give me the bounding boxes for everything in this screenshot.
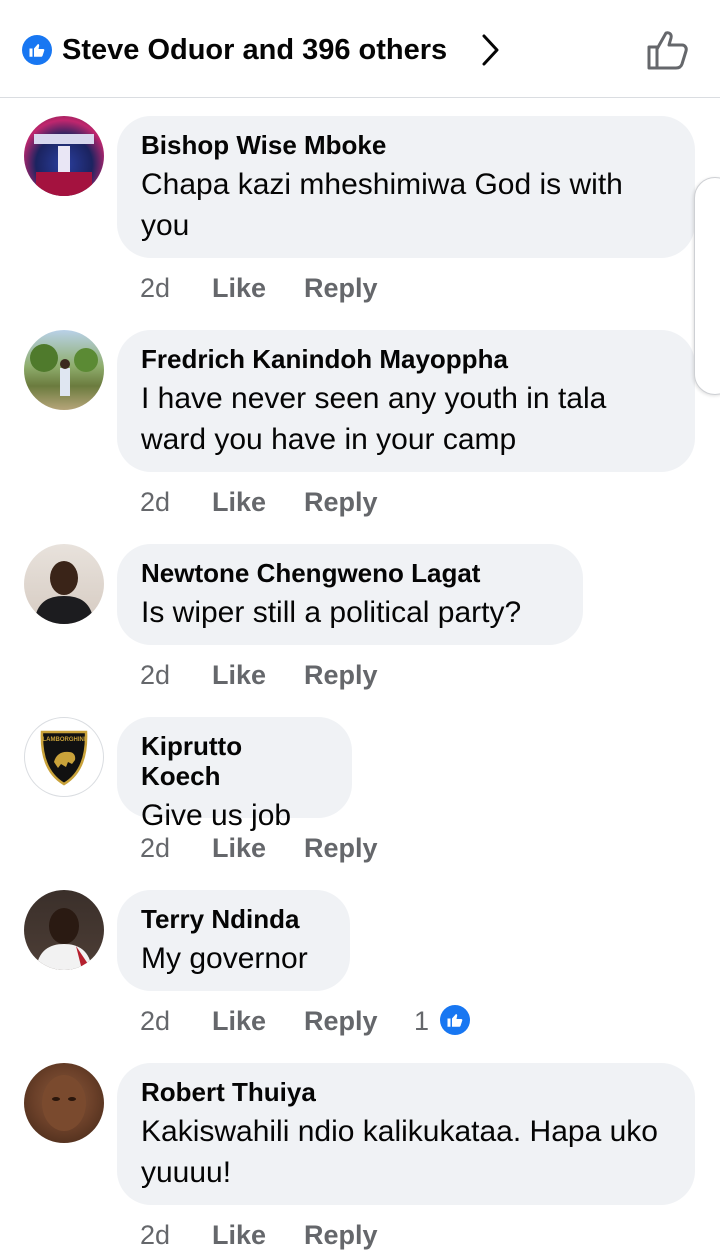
comment-timestamp[interactable]: 2d: [140, 658, 170, 692]
avatar[interactable]: LAMBORGHINI: [24, 717, 104, 797]
avatar[interactable]: [24, 116, 104, 196]
avatar-logo-text: LAMBORGHINI: [43, 737, 86, 743]
comment-bubble[interactable]: Kiprutto Koech Give us job: [117, 717, 352, 832]
comment-timestamp[interactable]: 2d: [140, 271, 170, 305]
comment-text: Chapa kazi mheshimiwa God is with you: [141, 168, 623, 242]
comment-author[interactable]: Fredrich Kanindoh Mayoppha: [141, 344, 671, 374]
avatar[interactable]: [24, 890, 104, 970]
like-button[interactable]: Like: [212, 485, 266, 519]
comment-bubble[interactable]: Fredrich Kanindoh Mayoppha I have never …: [117, 330, 695, 472]
comment-author[interactable]: Robert Thuiya: [141, 1077, 671, 1107]
chevron-right-icon[interactable]: [478, 32, 502, 73]
comment-timestamp[interactable]: 2d: [140, 1004, 170, 1038]
thumbs-up-icon[interactable]: [440, 1005, 470, 1035]
avatar[interactable]: [24, 544, 104, 624]
comment-text: Give us job: [141, 799, 292, 832]
avatar[interactable]: [24, 1063, 104, 1143]
comment-bubble[interactable]: Robert Thuiya Kakiswahili ndio kalikukat…: [117, 1063, 695, 1205]
reply-button[interactable]: Reply: [304, 831, 378, 865]
avatar[interactable]: [24, 330, 104, 410]
comment-timestamp[interactable]: 2d: [140, 1218, 170, 1252]
comment-author[interactable]: Terry Ndinda: [141, 904, 326, 934]
reply-button[interactable]: Reply: [304, 271, 378, 305]
comment-text: I have never seen any youth in tala ward…: [141, 382, 607, 456]
comment-bubble[interactable]: Terry Ndinda My governor: [117, 890, 350, 991]
comment-author[interactable]: Kiprutto Koech: [141, 731, 328, 791]
like-button[interactable]: Like: [212, 831, 266, 865]
like-button[interactable]: Like: [212, 271, 266, 305]
reply-button[interactable]: Reply: [304, 1004, 378, 1038]
thumbs-up-outline-icon[interactable]: [644, 27, 690, 78]
reactions-header[interactable]: Steve Oduor and 396 others: [0, 0, 720, 98]
comment-text: My governor: [141, 942, 308, 975]
comment-bubble[interactable]: Bishop Wise Mboke Chapa kazi mheshimiwa …: [117, 116, 695, 258]
comment-timestamp[interactable]: 2d: [140, 831, 170, 865]
comment-bubble[interactable]: Newtone Chengweno Lagat Is wiper still a…: [117, 544, 583, 645]
like-button[interactable]: Like: [212, 1004, 266, 1038]
thumbs-up-icon: [22, 35, 52, 65]
comment-text: Kakiswahili ndio kalikukataa. Hapa uko y…: [141, 1115, 658, 1189]
reply-button[interactable]: Reply: [304, 485, 378, 519]
comment-timestamp[interactable]: 2d: [140, 485, 170, 519]
comment-text: Is wiper still a political party?: [141, 596, 522, 629]
comment-author[interactable]: Newtone Chengweno Lagat: [141, 558, 559, 588]
like-button[interactable]: Like: [212, 658, 266, 692]
reaction-count[interactable]: 1: [414, 1004, 429, 1038]
comment-author[interactable]: Bishop Wise Mboke: [141, 130, 671, 160]
reply-button[interactable]: Reply: [304, 1218, 378, 1252]
like-button[interactable]: Like: [212, 1218, 266, 1252]
reply-button[interactable]: Reply: [304, 658, 378, 692]
side-panel-handle[interactable]: [694, 177, 720, 395]
lamborghini-logo-icon: LAMBORGHINI: [40, 730, 88, 786]
reactors-summary[interactable]: Steve Oduor and 396 others: [62, 30, 447, 70]
